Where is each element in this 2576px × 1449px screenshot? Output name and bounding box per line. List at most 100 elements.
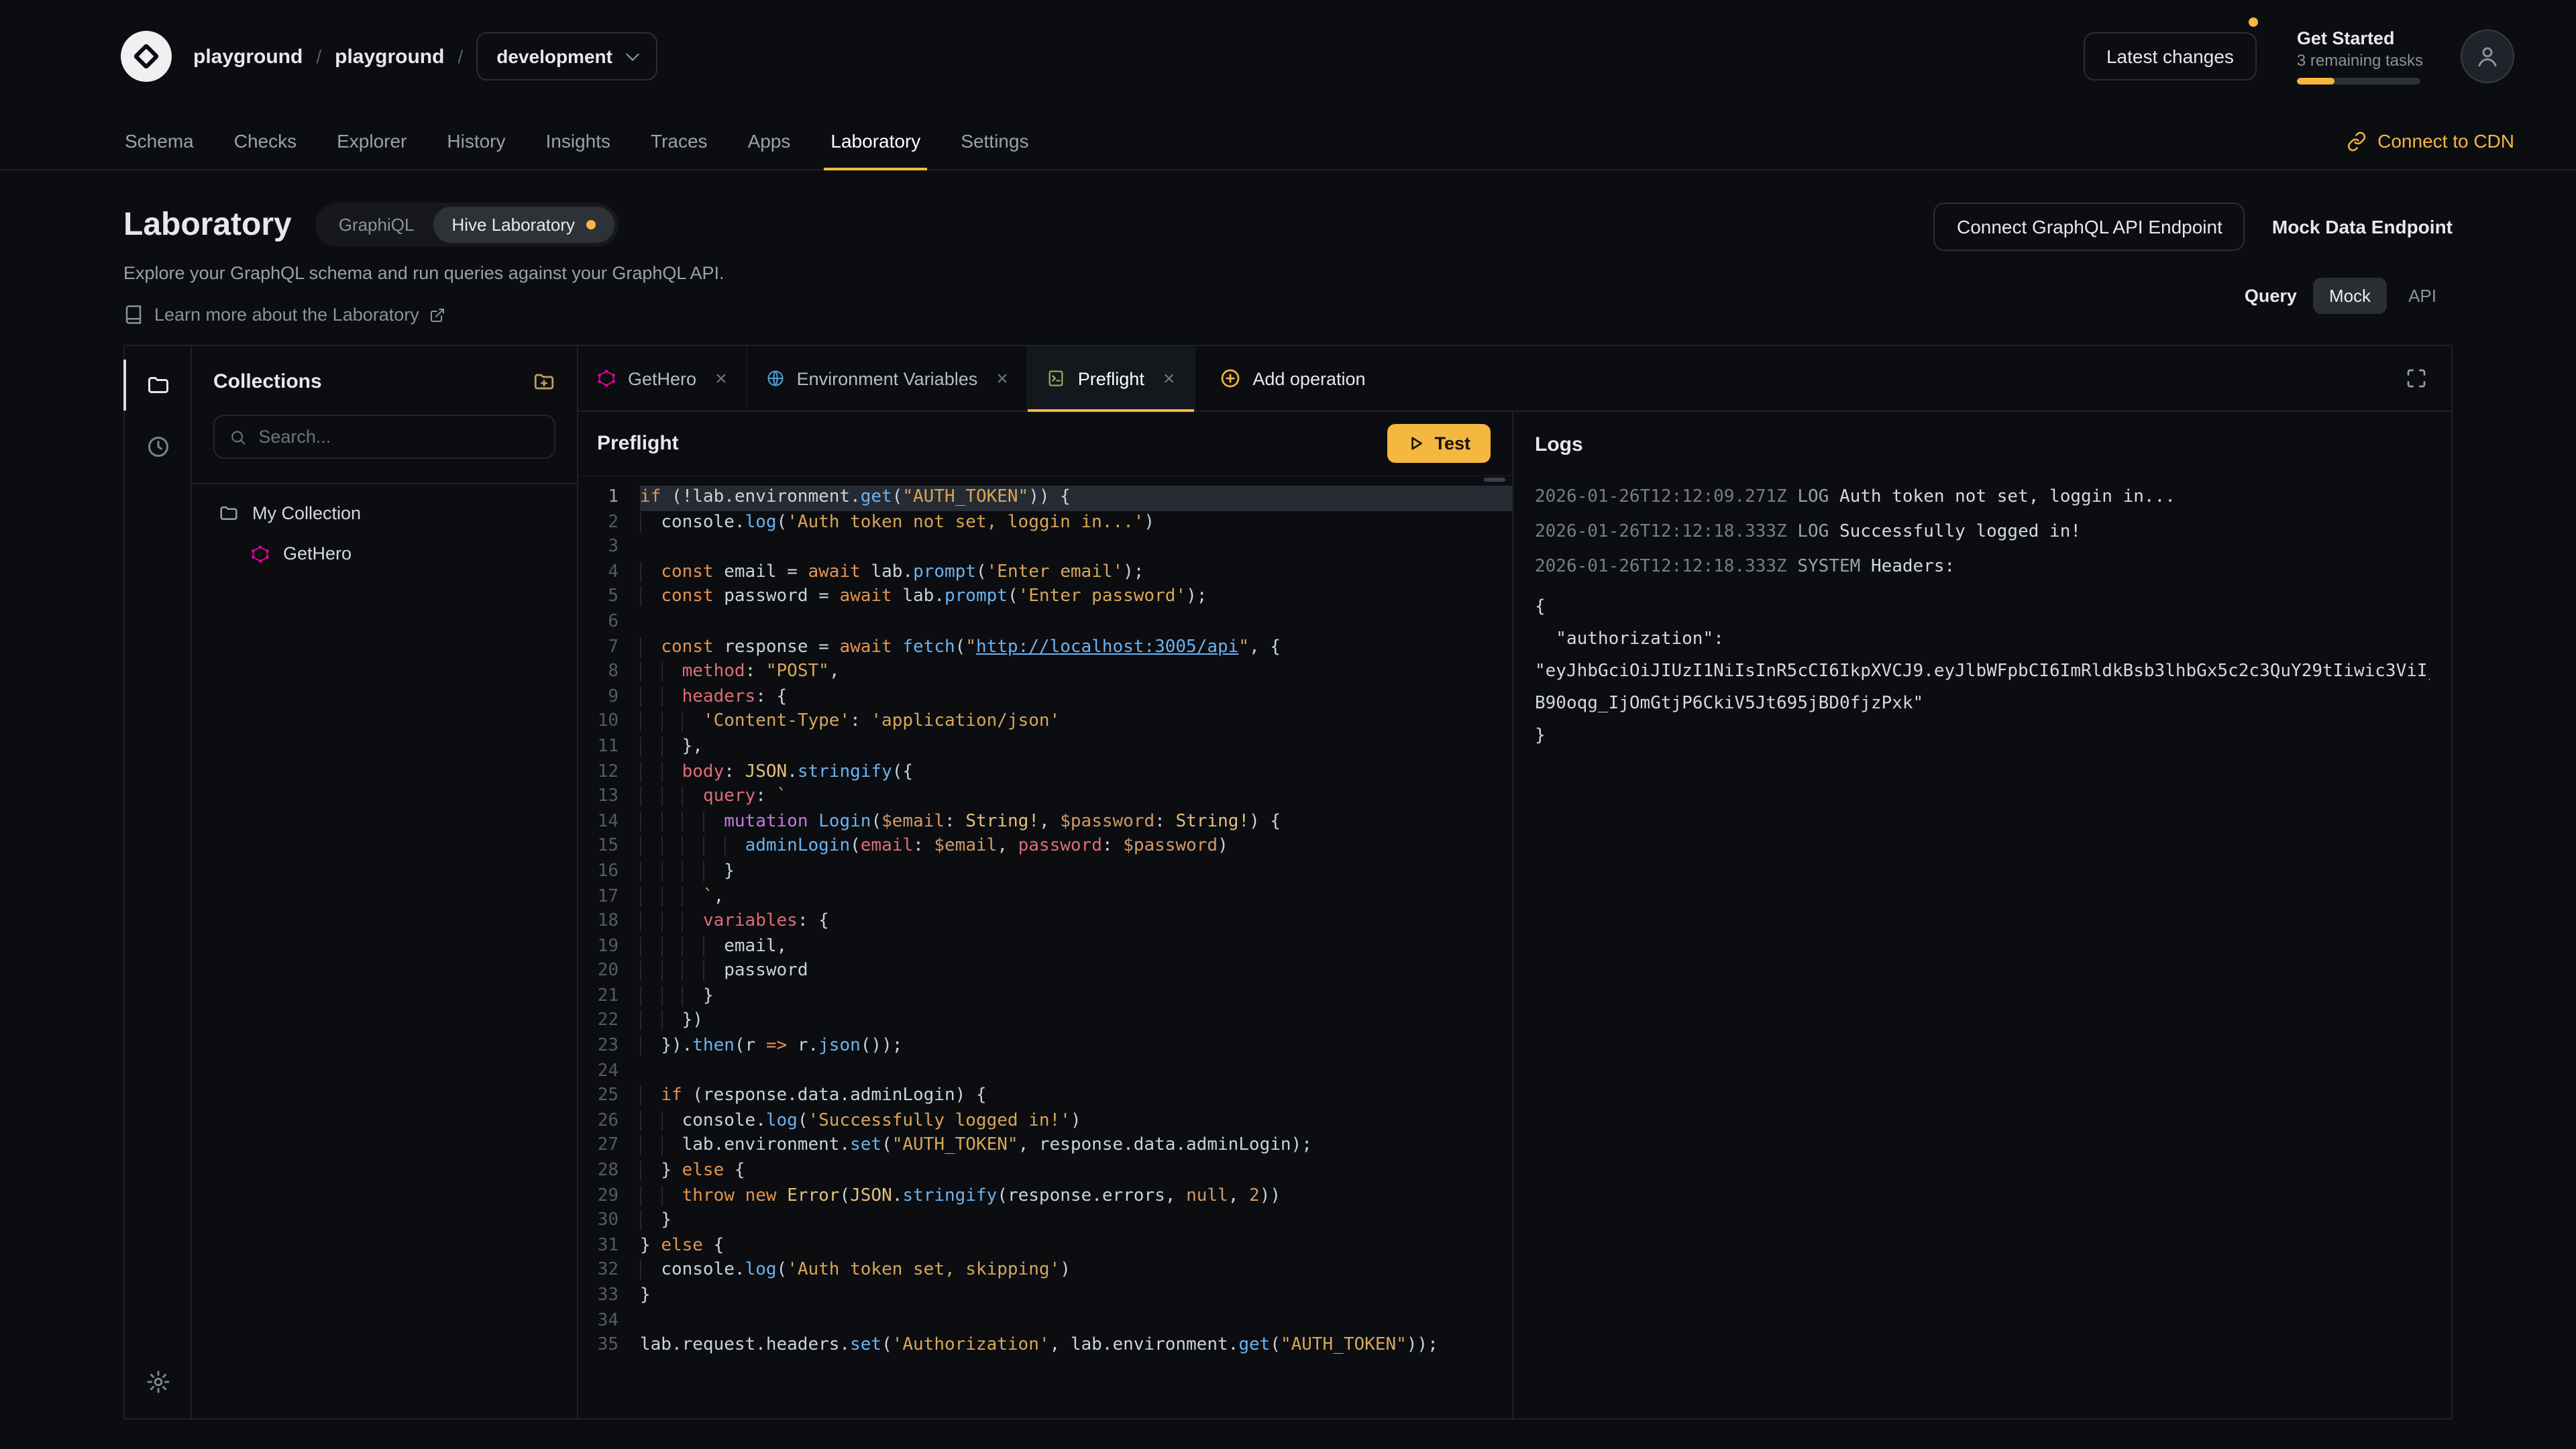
tab-preflight[interactable]: Preflight× (1028, 346, 1195, 411)
tabs: GetHero×Environment Variables×Preflight× (578, 346, 1195, 411)
line-number: 2 (578, 511, 640, 535)
code-line[interactable]: 25 if (response.data.adminLogin) { (578, 1085, 1512, 1110)
line-number: 15 (578, 835, 640, 860)
code-line[interactable]: 16 } (578, 860, 1512, 885)
log-entry: 2026-01-26T12:12:18.333Z LOG Successfull… (1535, 522, 2430, 542)
code-line[interactable]: 1if (!lab.environment.get("AUTH_TOKEN"))… (578, 486, 1512, 511)
collections-tree: My Collection GetHero (213, 492, 555, 573)
add-operation-button[interactable]: Add operation (1195, 346, 1389, 411)
line-number: 30 (578, 1209, 640, 1234)
code-line[interactable]: 2 console.log('Auth token not set, loggi… (578, 511, 1512, 535)
code-line[interactable]: 27 lab.environment.set("AUTH_TOKEN", res… (578, 1134, 1512, 1159)
code-line[interactable]: 28 } else { (578, 1159, 1512, 1184)
close-tab-icon[interactable]: × (715, 367, 727, 390)
code-line[interactable]: 11 }, (578, 735, 1512, 760)
nav-tab-traces[interactable]: Traces (631, 113, 728, 169)
code-line[interactable]: 9 headers: { (578, 686, 1512, 710)
nav-tab-schema[interactable]: Schema (105, 113, 214, 169)
latest-changes-button[interactable]: Latest changes (2084, 32, 2257, 80)
code-line[interactable]: 22 }) (578, 1010, 1512, 1034)
code-line[interactable]: 20 password (578, 960, 1512, 985)
code-line[interactable]: 18 variables: { (578, 910, 1512, 934)
code-line[interactable]: 10 'Content-Type': 'application/json' (578, 710, 1512, 735)
query-source-option-api[interactable]: API (2392, 278, 2453, 314)
log-message: Headers: (1871, 557, 1955, 577)
tab-environment-variables[interactable]: Environment Variables× (747, 346, 1028, 411)
user-avatar[interactable] (2461, 30, 2514, 83)
tab-gethero[interactable]: GetHero× (578, 346, 747, 411)
code-text: mutation Login($email: String!, $passwor… (640, 810, 1512, 835)
collections-rail-button[interactable] (140, 368, 175, 402)
query-source-option-mock[interactable]: Mock (2313, 278, 2387, 314)
nav-tab-insights[interactable]: Insights (526, 113, 631, 169)
code-text: query: ` (640, 785, 1512, 810)
settings-rail-button[interactable] (140, 1364, 175, 1399)
code-line[interactable]: 35lab.request.headers.set('Authorization… (578, 1334, 1512, 1358)
code-line[interactable]: 14 mutation Login($email: String!, $pass… (578, 810, 1512, 835)
nav-tab-settings[interactable]: Settings (941, 113, 1049, 169)
breadcrumb-org[interactable]: playground (193, 45, 303, 68)
line-number: 10 (578, 710, 640, 735)
code-line[interactable]: 12 body: JSON.stringify({ (578, 760, 1512, 785)
code-line[interactable]: 21 } (578, 985, 1512, 1010)
top-bar: playground / playground / development La… (0, 0, 2576, 113)
code-line[interactable]: 34 (578, 1309, 1512, 1334)
code-line[interactable]: 29 throw new Error(JSON.stringify(respon… (578, 1184, 1512, 1209)
code-line[interactable]: 15 adminLogin(email: $email, password: $… (578, 835, 1512, 860)
code-line[interactable]: 32 console.log('Auth token set, skipping… (578, 1259, 1512, 1284)
code-line[interactable]: 8 method: "POST", (578, 660, 1512, 685)
collection-operation-gethero[interactable]: GetHero (213, 534, 555, 573)
code-line[interactable]: 26 console.log('Successfully logged in!'… (578, 1110, 1512, 1134)
connect-cdn-link[interactable]: Connect to CDN (2347, 113, 2514, 169)
code-line[interactable]: 6 (578, 610, 1512, 635)
mode-toggle-hive-laboratory[interactable]: Hive Laboratory (433, 207, 614, 243)
notification-dot (2249, 17, 2258, 27)
code-text: body: JSON.stringify({ (640, 760, 1512, 785)
new-folder-button[interactable] (533, 370, 555, 393)
nav-tab-checks[interactable]: Checks (214, 113, 317, 169)
code-line[interactable]: 30 } (578, 1209, 1512, 1234)
nav-tab-history[interactable]: History (427, 113, 525, 169)
log-detail-line: B90oqg_IjOmGtjP6CkiV5Jt695jBD0fjzPxk" (1535, 688, 2430, 720)
code-line[interactable]: 31} else { (578, 1234, 1512, 1259)
log-detail-line: "authorization": (1535, 624, 2430, 656)
history-rail-button[interactable] (140, 429, 175, 464)
code-text: const password = await lab.prompt('Enter… (640, 586, 1512, 610)
code-line[interactable]: 33} (578, 1284, 1512, 1309)
connect-endpoint-button[interactable]: Connect GraphQL API Endpoint (1934, 203, 2245, 251)
close-tab-icon[interactable]: × (1163, 367, 1175, 390)
code-line[interactable]: 5 const password = await lab.prompt('Ent… (578, 586, 1512, 610)
operation-label: GetHero (283, 543, 352, 564)
nav-tab-explorer[interactable]: Explorer (317, 113, 427, 169)
mock-data-endpoint-button[interactable]: Mock Data Endpoint (2272, 216, 2453, 237)
hive-logo[interactable] (121, 31, 172, 82)
code-editor[interactable]: 1if (!lab.environment.get("AUTH_TOKEN"))… (578, 476, 1512, 1418)
code-line[interactable]: 17 `, (578, 885, 1512, 910)
code-line[interactable]: 24 (578, 1059, 1512, 1084)
breadcrumb-separator: / (316, 46, 321, 67)
code-line[interactable]: 19 email, (578, 934, 1512, 959)
test-button[interactable]: Test (1387, 424, 1491, 463)
mode-toggle-graphiql[interactable]: GraphiQL (320, 207, 433, 243)
scrollbar-thumb[interactable] (1484, 478, 1505, 482)
code-line[interactable]: 23 }).then(r => r.json()); (578, 1034, 1512, 1059)
search-input[interactable] (258, 427, 539, 447)
collection-folder-my-collection[interactable]: My Collection (213, 492, 555, 534)
line-number: 5 (578, 586, 640, 610)
code-line[interactable]: 7 const response = await fetch("http://l… (578, 635, 1512, 660)
nav-tab-apps[interactable]: Apps (728, 113, 811, 169)
code-line[interactable]: 4 const email = await lab.prompt('Enter … (578, 561, 1512, 586)
get-started-progress-fill (2297, 78, 2334, 85)
breadcrumb-project[interactable]: playground (335, 45, 444, 68)
learn-more-link[interactable]: Learn more about the Laboratory (123, 305, 724, 325)
target-select[interactable]: development (476, 32, 658, 80)
fullscreen-button[interactable] (2406, 368, 2427, 389)
log-entry: 2026-01-26T12:12:18.333Z SYSTEM Headers: (1535, 557, 2430, 577)
nav-tab-laboratory[interactable]: Laboratory (810, 113, 941, 169)
get-started-widget[interactable]: Get Started 3 remaining tasks (2297, 28, 2423, 85)
query-source-toggle: Query MockAPI (2245, 278, 2453, 314)
code-line[interactable]: 3 (578, 535, 1512, 560)
close-tab-icon[interactable]: × (996, 367, 1008, 390)
code-line[interactable]: 13 query: ` (578, 785, 1512, 810)
line-number: 23 (578, 1034, 640, 1059)
